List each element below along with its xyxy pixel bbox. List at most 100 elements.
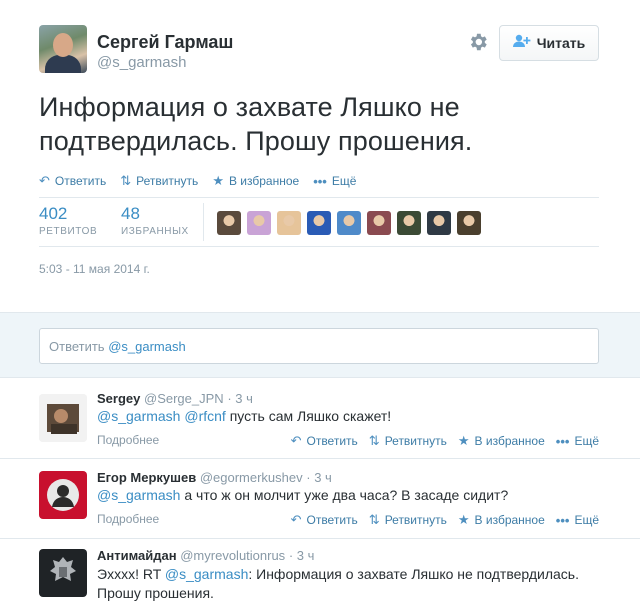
reply-input[interactable]: Ответить @s_garmash <box>39 328 599 364</box>
favoriter-avatar[interactable] <box>247 211 271 235</box>
more-button[interactable]: ••• Ещё <box>556 512 599 528</box>
reply-header: Антимайдан @myrevolutionrus · 3 ч <box>97 548 314 563</box>
reply-button[interactable]: ↶ Ответить <box>291 512 358 528</box>
reply-label: Ответить <box>306 434 358 448</box>
reply-icon: ↶ <box>290 433 302 448</box>
favoriter-avatar[interactable] <box>367 211 391 235</box>
avatar[interactable] <box>39 25 87 73</box>
reply-button[interactable]: ↶ Ответить <box>39 172 106 190</box>
retweets-label: РЕТВИТОВ <box>39 226 98 237</box>
favoriter-avatar[interactable] <box>277 211 301 235</box>
divider <box>39 246 599 247</box>
favoriter-avatar[interactable] <box>427 211 451 235</box>
avatar[interactable] <box>39 394 87 442</box>
retweet-icon: ⇅ <box>368 433 380 448</box>
details-link[interactable]: Подробнее <box>97 512 159 526</box>
more-label: Ещё <box>574 434 599 448</box>
gear-icon[interactable] <box>467 31 489 53</box>
reply-prefix: Эхххх! RT <box>97 566 161 582</box>
ellipsis-icon: ••• <box>313 173 327 189</box>
more-button[interactable]: ••• Ещё <box>556 433 599 449</box>
retweet-icon: ⇅ <box>368 512 380 527</box>
reply-header: Егор Меркушев @egormerkushev · 3 ч <box>97 470 332 485</box>
more-label: Ещё <box>574 513 599 527</box>
star-icon: ★ <box>457 512 470 527</box>
reply-tweet: Sergey @Serge_JPN · 3 ч @s_garmash @rfcn… <box>0 378 640 459</box>
reply-input-mention: @s_garmash <box>108 339 186 354</box>
star-icon: ★ <box>212 173 224 188</box>
reply-tweet: Егор Меркушев @egormerkushev · 3 ч @s_ga… <box>0 459 640 539</box>
reply-icon: ↶ <box>39 173 50 188</box>
follow-button[interactable]: Читать <box>499 25 599 61</box>
retweet-button[interactable]: ⇅ Ретвитнуть <box>369 512 447 528</box>
retweets-count: 402 <box>39 204 68 223</box>
reply-area: Ответить @s_garmash <box>0 312 640 378</box>
favorite-label: В избранное <box>228 174 300 188</box>
reply-actions: ↶ Ответить ⇅ Ретвитнуть ★ В избранное ••• Ещ… <box>291 512 599 528</box>
retweet-label: Ретвитнуть <box>136 174 199 188</box>
retweet-label: Ретвитнуть <box>384 513 447 527</box>
favoriter-avatar[interactable] <box>397 211 421 235</box>
reply-author-username[interactable]: @myrevolutionrus <box>180 548 285 563</box>
details-link[interactable]: Подробнее <box>97 433 159 447</box>
reply-actions: ↶ Ответить ⇅ Ретвитнуть ★ В избранное ••• Ещ… <box>291 433 599 449</box>
reply-label: Ответить <box>54 174 107 188</box>
retweet-icon: ⇅ <box>120 173 132 188</box>
tweet-page: Сергей Гармаш @s_garmash Читать Информац… <box>0 0 640 602</box>
author-fullname[interactable]: Сергей Гармаш <box>97 32 233 53</box>
star-icon: ★ <box>457 433 470 448</box>
divider <box>39 197 599 198</box>
follow-label: Читать <box>536 35 586 51</box>
reply-time[interactable]: · 3 ч <box>306 470 332 485</box>
retweet-button[interactable]: ⇅ Ретвитнуть <box>369 433 447 449</box>
favorite-button[interactable]: ★ В избранное <box>458 433 545 449</box>
more-label: Ещё <box>331 174 357 188</box>
reply-input-prefix: Ответить <box>49 339 105 354</box>
ellipsis-icon: ••• <box>555 512 570 528</box>
reply-time[interactable]: · 3 ч <box>289 548 315 563</box>
favoriters-avatars <box>217 211 481 235</box>
reply-icon: ↶ <box>290 512 302 527</box>
favorite-button[interactable]: ★ В избранное <box>458 512 545 528</box>
reply-author-username[interactable]: @egormerkushev <box>200 470 303 485</box>
main-tweet: Сергей Гармаш @s_garmash Читать Информац… <box>0 0 640 312</box>
reply-label: Ответить <box>306 513 358 527</box>
mention-link[interactable]: @s_garmash <box>97 487 180 503</box>
favorites-stat[interactable]: 48 ИЗБРАННЫХ <box>121 204 189 237</box>
favorite-button[interactable]: ★ В избранное <box>212 172 299 190</box>
avatar[interactable] <box>39 549 87 597</box>
more-button[interactable]: ••• Ещё <box>313 172 356 190</box>
reply-body: : Информация о захвате Ляшко не подтверд… <box>248 566 579 582</box>
reply-body: пусть сам Ляшко скажет! <box>229 408 392 424</box>
favorites-label: ИЗБРАННЫХ <box>121 226 189 237</box>
mention-link[interactable]: @rfcnf <box>184 408 225 424</box>
reply-tweet: Антимайдан @myrevolutionrus · 3 ч Эхххх!… <box>0 539 640 602</box>
mention-link[interactable]: @s_garmash <box>97 408 180 424</box>
reply-text: @s_garmash а что ж он молчит уже два час… <box>97 486 607 505</box>
author-username[interactable]: @s_garmash <box>97 54 186 71</box>
favoriter-avatar[interactable] <box>457 211 481 235</box>
reply-button[interactable]: ↶ Ответить <box>291 433 358 449</box>
mention-link[interactable]: @s_garmash <box>165 566 248 582</box>
retweet-button[interactable]: ⇅ Ретвитнуть <box>120 172 198 190</box>
reply-author-username[interactable]: @Serge_JPN <box>144 391 224 406</box>
favoriter-avatar[interactable] <box>217 211 241 235</box>
add-user-icon <box>512 34 531 52</box>
avatar[interactable] <box>39 471 87 519</box>
favoriter-avatar[interactable] <box>307 211 331 235</box>
reply-text: @s_garmash @rfcnf пусть сам Ляшко скажет… <box>97 407 607 426</box>
reply-author-name[interactable]: Sergey <box>97 391 140 406</box>
favorites-count: 48 <box>121 204 140 223</box>
tweet-timestamp[interactable]: 5:03 - 11 мая 2014 г. <box>39 262 150 276</box>
reply-text: Эхххх! RT @s_garmash: Информация о захва… <box>97 565 607 603</box>
retweet-label: Ретвитнуть <box>384 434 447 448</box>
reply-author-name[interactable]: Антимайдан <box>97 548 177 563</box>
reply-time[interactable]: · 3 ч <box>227 391 253 406</box>
retweets-stat[interactable]: 402 РЕТВИТОВ <box>39 204 97 237</box>
reply-author-name[interactable]: Егор Меркушев <box>97 470 196 485</box>
reply-body-line2: Прошу прошения. <box>97 585 214 601</box>
reply-body: а что ж он молчит уже два часа? В засаде… <box>184 487 509 503</box>
tweet-actions: ↶ Ответить ⇅ Ретвитнуть ★ В избранное ••… <box>39 172 356 190</box>
tweet-text: Информация о захвате Ляшко не подтвердил… <box>39 92 473 156</box>
favoriter-avatar[interactable] <box>337 211 361 235</box>
